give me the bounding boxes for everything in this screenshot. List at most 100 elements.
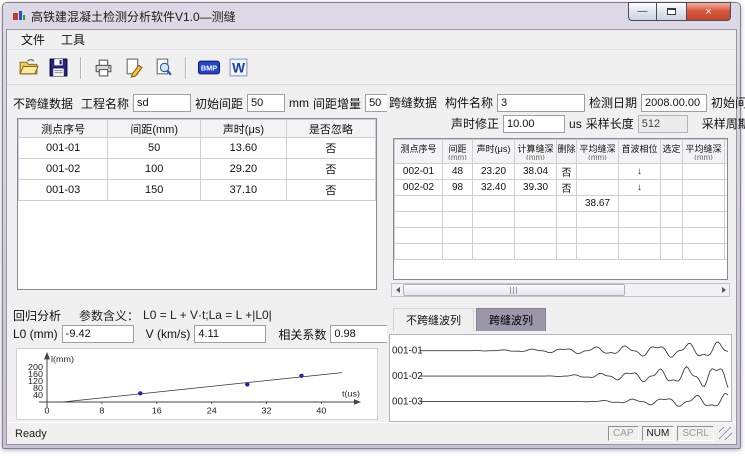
table-cell[interactable]: 否: [557, 180, 577, 196]
table-cell[interactable]: [515, 228, 557, 244]
table-row[interactable]: [395, 228, 729, 244]
horizontal-scrollbar[interactable]: [391, 283, 730, 297]
table-cell[interactable]: [577, 244, 619, 260]
minimize-button[interactable]: —: [628, 2, 657, 21]
table-cell[interactable]: [395, 196, 443, 212]
table-cell[interactable]: [557, 196, 577, 212]
table-cell[interactable]: [725, 228, 729, 244]
table-cell[interactable]: 48: [443, 164, 473, 180]
velocity-input[interactable]: [194, 325, 266, 343]
table-cell[interactable]: 否: [286, 180, 375, 201]
tab-cross-joint-waves[interactable]: 跨缝波列: [476, 308, 546, 331]
menu-file[interactable]: 文件: [13, 29, 53, 50]
table-cell[interactable]: [661, 212, 683, 228]
table-cell[interactable]: [619, 244, 661, 260]
table-row[interactable]: 38.67: [395, 196, 729, 212]
open-button[interactable]: [15, 55, 42, 81]
table-cell[interactable]: [661, 244, 683, 260]
table-cell[interactable]: [557, 244, 577, 260]
maximize-button[interactable]: [657, 2, 686, 21]
table-cell[interactable]: 001-01: [19, 138, 108, 159]
table-cell[interactable]: [661, 180, 683, 196]
table-cell[interactable]: [515, 212, 557, 228]
table-cell[interactable]: [577, 212, 619, 228]
table-row[interactable]: 001-0315037.10否: [19, 180, 376, 201]
test-date-input[interactable]: [641, 94, 707, 112]
scroll-right-arrow[interactable]: [718, 284, 729, 296]
table-cell[interactable]: [395, 228, 443, 244]
table-cell[interactable]: 38.04: [515, 164, 557, 180]
table-cell[interactable]: 否: [286, 138, 375, 159]
table-cell[interactable]: 150: [108, 180, 201, 201]
table-row[interactable]: 002-029832.4039.30否 ↓: [395, 180, 729, 196]
table-cell[interactable]: [577, 228, 619, 244]
table-cell[interactable]: 002-02: [395, 180, 443, 196]
table-cell[interactable]: [683, 228, 725, 244]
table-cell[interactable]: [725, 212, 729, 228]
table-row[interactable]: 001-015013.60否: [19, 138, 376, 159]
table-cell[interactable]: 32.40: [473, 180, 515, 196]
tab-no-cross-joint-waves[interactable]: 不跨缝波列: [393, 308, 474, 331]
table-cell[interactable]: [619, 196, 661, 212]
table-cell[interactable]: [473, 228, 515, 244]
table-cell[interactable]: [683, 164, 725, 180]
component-name-input[interactable]: [497, 94, 585, 112]
table-cell[interactable]: [473, 196, 515, 212]
table-cell[interactable]: [725, 164, 729, 180]
table-cell[interactable]: [557, 228, 577, 244]
table-cell[interactable]: [683, 180, 725, 196]
table-cell[interactable]: [515, 196, 557, 212]
table-cell[interactable]: 39.30: [515, 180, 557, 196]
print-setup-button[interactable]: [120, 55, 147, 81]
menu-tools[interactable]: 工具: [53, 29, 93, 50]
time-correction-input[interactable]: [503, 115, 565, 133]
table-cell[interactable]: 29.20: [201, 159, 287, 180]
table-cell[interactable]: [725, 196, 729, 212]
table-cell[interactable]: [395, 244, 443, 260]
table-row[interactable]: 002-014823.2038.04否↓: [395, 164, 729, 180]
table-cell[interactable]: ↓: [619, 164, 661, 180]
export-bmp-button[interactable]: BMP: [195, 55, 222, 81]
print-preview-button[interactable]: [150, 55, 177, 81]
table-cell[interactable]: 001-02: [19, 159, 108, 180]
table-cell[interactable]: [395, 212, 443, 228]
scrollbar-thumb[interactable]: [403, 284, 625, 296]
table-cell[interactable]: 23.20: [473, 164, 515, 180]
export-word-button[interactable]: W: [225, 55, 252, 81]
table-cell[interactable]: [619, 212, 661, 228]
table-cell[interactable]: [725, 180, 729, 196]
table-cell[interactable]: [443, 244, 473, 260]
scroll-left-arrow[interactable]: [392, 284, 403, 296]
table-cell[interactable]: 否: [286, 159, 375, 180]
table-cell[interactable]: [577, 164, 619, 180]
table-cell[interactable]: 98: [443, 180, 473, 196]
table-cell[interactable]: [443, 196, 473, 212]
table-cell[interactable]: 否: [557, 164, 577, 180]
table-cell[interactable]: [661, 196, 683, 212]
title-bar[interactable]: 高铁建混凝土检测分析软件V1.0—测缝 — ×: [3, 3, 740, 29]
resize-grip[interactable]: [719, 427, 732, 440]
table-cell[interactable]: 001-03: [19, 180, 108, 201]
table-row[interactable]: [395, 212, 729, 228]
print-button[interactable]: [90, 55, 117, 81]
table-cell[interactable]: 13.60: [201, 138, 287, 159]
project-name-input[interactable]: [133, 94, 191, 112]
table-row[interactable]: 001-0210029.20否: [19, 159, 376, 180]
table-cell[interactable]: [683, 196, 725, 212]
table-cell[interactable]: 38.67: [577, 196, 619, 212]
table-cell[interactable]: [725, 244, 729, 260]
initial-spacing-input[interactable]: [247, 94, 285, 112]
table-cell[interactable]: [683, 244, 725, 260]
table-cell[interactable]: ↓: [619, 180, 661, 196]
table-cell[interactable]: [577, 180, 619, 196]
table-cell[interactable]: [443, 228, 473, 244]
table-cell[interactable]: [443, 212, 473, 228]
l0-input[interactable]: [62, 325, 134, 343]
close-button[interactable]: ×: [686, 2, 731, 21]
table-cell[interactable]: [473, 244, 515, 260]
table-cell[interactable]: [619, 228, 661, 244]
table-row[interactable]: [395, 244, 729, 260]
table-cell[interactable]: [661, 228, 683, 244]
table-cell[interactable]: 100: [108, 159, 201, 180]
table-cell[interactable]: [515, 244, 557, 260]
